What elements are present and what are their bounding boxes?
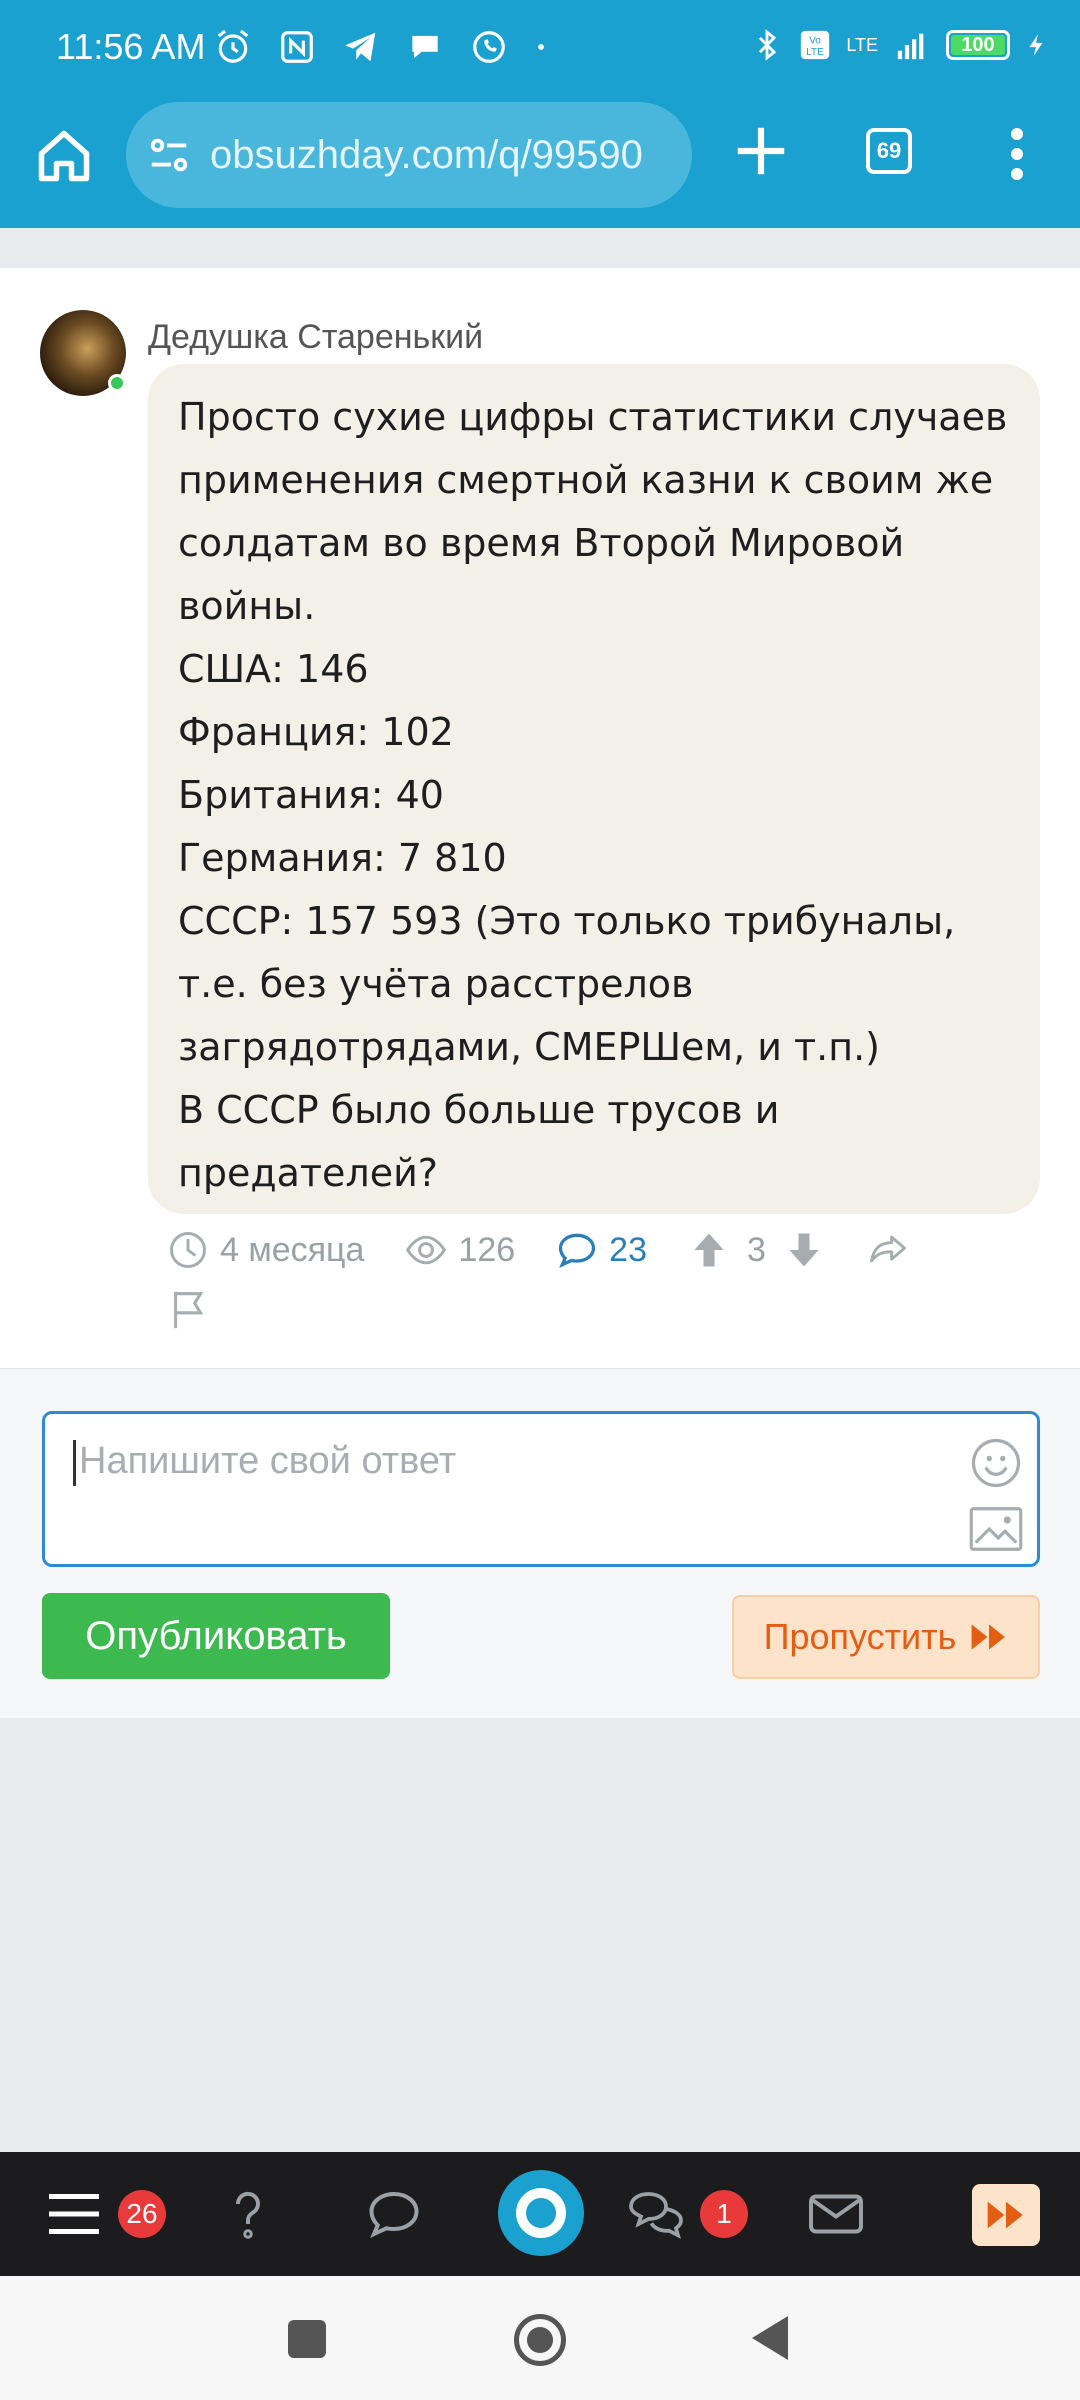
envelope-icon[interactable]	[806, 2184, 866, 2244]
svg-text:Vo: Vo	[810, 36, 822, 47]
post-line: войны.	[178, 584, 316, 628]
emoji-icon[interactable]	[969, 1436, 1023, 1490]
author-name[interactable]: Дедушка Старенький	[148, 318, 483, 357]
reply-placeholder[interactable]: Напишите свой ответ	[79, 1440, 456, 1483]
menu-badge: 26	[118, 2190, 166, 2238]
tab-switcher-button[interactable]: 69	[866, 128, 912, 174]
svg-text:LTE: LTE	[807, 47, 825, 58]
new-tab-icon[interactable]	[730, 120, 792, 182]
comments-link[interactable]: 23	[555, 1228, 647, 1272]
time-ago: 4 месяца	[220, 1230, 365, 1269]
publish-button[interactable]: Опубликовать	[42, 1593, 390, 1679]
signal-icon	[897, 33, 924, 60]
clock-icon	[170, 1232, 206, 1268]
post-time: 4 месяца	[166, 1228, 364, 1272]
post-views: 126	[404, 1228, 515, 1272]
battery-indicator: 100	[946, 30, 1010, 60]
reply-section: Напишите свой ответ Опубликовать Пропуст…	[0, 1368, 1080, 1718]
chats-icon[interactable]	[626, 2184, 686, 2244]
system-nav-bar	[0, 2276, 1080, 2400]
status-bar: 11:56 AM Vo LTE LTE 100	[0, 0, 1080, 100]
status-time: 11:56 AM	[56, 26, 206, 67]
comments-count[interactable]: 23	[609, 1231, 647, 1270]
post-line: предателей?	[178, 1151, 438, 1195]
whatsapp-icon	[473, 31, 505, 63]
post-line: Просто сухие цифры статистики случаев	[178, 395, 1008, 439]
page-gap	[0, 228, 1080, 268]
network-type: LTE	[846, 34, 878, 55]
chat-bubble-icon	[412, 35, 438, 59]
bluetooth-icon	[759, 29, 777, 61]
nav-menu[interactable]: 26	[44, 2152, 166, 2276]
telegram-icon	[345, 32, 376, 62]
share-button[interactable]	[866, 1228, 910, 1272]
browser-toolbar: obsuzhday.com/q/99590 69	[0, 100, 1080, 228]
post-line: Франция: 102	[178, 710, 454, 754]
home-icon[interactable]	[34, 126, 94, 186]
recents-button[interactable]	[288, 2320, 326, 2358]
nfc-icon	[281, 31, 313, 63]
flag-icon[interactable]	[166, 1286, 212, 1332]
upvote-icon[interactable]	[687, 1228, 731, 1272]
skip-button[interactable]: Пропустить	[732, 1595, 1040, 1679]
views-count: 126	[458, 1230, 516, 1269]
home-button[interactable]	[514, 2314, 566, 2366]
text-cursor	[73, 1440, 76, 1486]
logo-home-button[interactable]	[498, 2170, 584, 2256]
post-line: Британия: 40	[178, 773, 444, 817]
nav-questions[interactable]	[218, 2152, 278, 2276]
notification-icons	[214, 28, 548, 66]
fast-forward-icon[interactable]	[986, 2199, 1026, 2231]
post-line: солдатам во время Второй Мировой	[178, 521, 905, 565]
nav-discussions[interactable]	[364, 2152, 424, 2276]
volte-icon: VoLTE	[801, 30, 830, 60]
more-menu-icon[interactable]	[1002, 124, 1032, 184]
address-bar[interactable]: obsuzhday.com/q/99590	[126, 102, 692, 208]
nav-mail[interactable]	[806, 2152, 866, 2276]
rating-value: 3	[747, 1230, 766, 1269]
back-button[interactable]	[752, 2316, 788, 2360]
image-upload-icon[interactable]	[969, 1506, 1023, 1552]
post-card: Дедушка Старенький Просто сухие цифры ст…	[0, 268, 1080, 1718]
post-line: загрядотрядами, СМЕРШем, и т.п.)	[178, 1025, 880, 1069]
fast-forward-icon[interactable]	[970, 1622, 1008, 1652]
online-indicator	[108, 374, 126, 392]
post-meta: 4 месяца 126 23 3	[166, 1228, 950, 1272]
charging-icon	[1029, 34, 1043, 56]
post-line: В СССР было больше трусов и	[178, 1088, 780, 1132]
eye-icon	[406, 1235, 447, 1265]
share-icon[interactable]	[866, 1228, 910, 1272]
battery-level: 100	[961, 33, 995, 56]
post-line: США: 146	[178, 647, 369, 691]
speech-bubble-icon[interactable]	[364, 2184, 424, 2244]
bottom-nav: 26 1	[0, 2152, 1080, 2276]
dot-icon	[538, 44, 544, 50]
post-bubble: Просто сухие цифры статистики случаев пр…	[148, 364, 1040, 1214]
messages-badge: 1	[700, 2190, 748, 2238]
skip-label[interactable]: Пропустить	[764, 1616, 957, 1658]
comment-icon[interactable]	[555, 1228, 599, 1272]
post-line: Германия: 7 810	[178, 836, 507, 880]
downvote-icon[interactable]	[782, 1228, 826, 1272]
url-text[interactable]: obsuzhday.com/q/99590	[210, 133, 643, 178]
post-line: СССР: 157 593 (Это только трибуналы,	[178, 899, 956, 943]
hamburger-icon[interactable]	[44, 2184, 104, 2244]
reply-input[interactable]: Напишите свой ответ	[42, 1411, 1040, 1567]
alarm-icon	[217, 29, 249, 63]
nav-skip-button[interactable]	[972, 2184, 1040, 2246]
avatar[interactable]	[40, 310, 126, 396]
post-line: применения смертной казни к своим же	[178, 458, 994, 502]
nav-chats[interactable]: 1	[626, 2152, 748, 2276]
site-settings-icon[interactable]	[146, 132, 192, 178]
question-icon[interactable]	[218, 2184, 278, 2244]
post-line: т.е. без учёта расстрелов	[178, 962, 694, 1006]
rating-controls: 3	[687, 1228, 826, 1272]
system-icons: Vo LTE LTE 100	[750, 28, 1050, 62]
